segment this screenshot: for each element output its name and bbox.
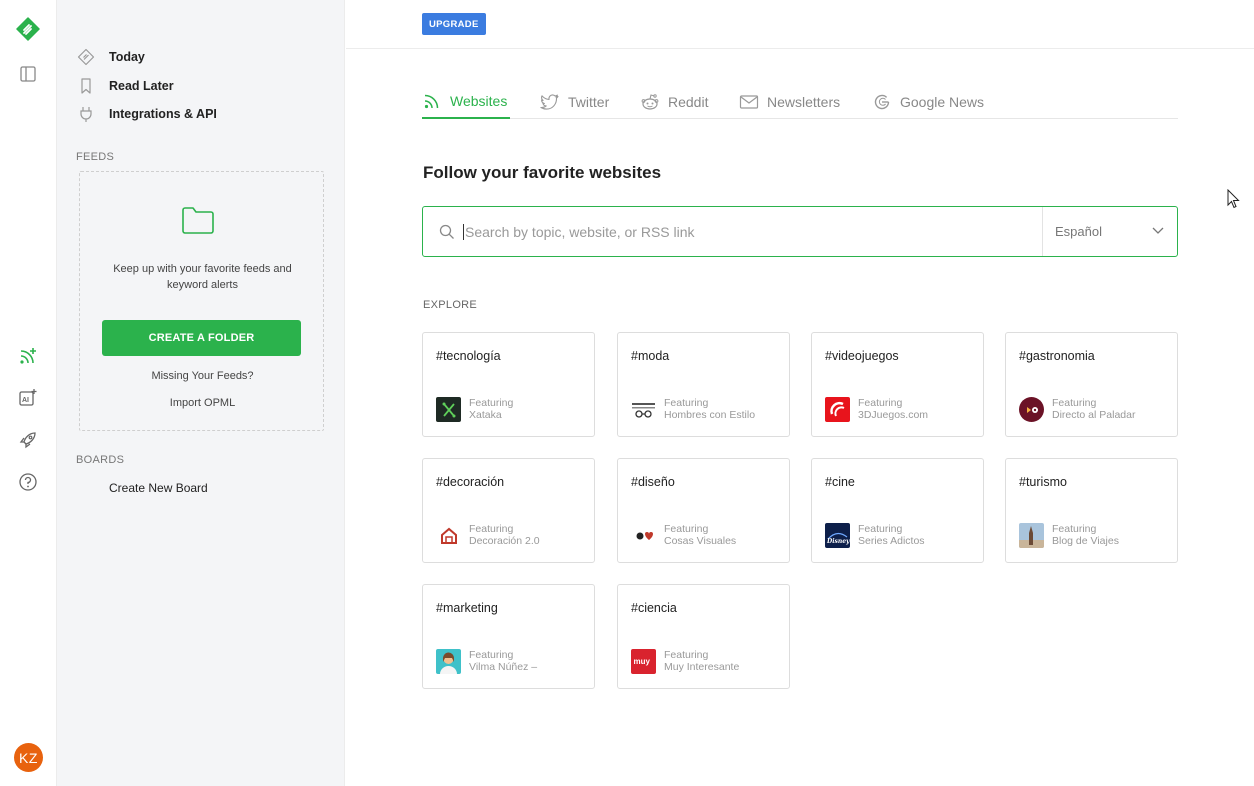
card-tag: #cine — [825, 475, 855, 489]
card-tag: #moda — [631, 349, 670, 363]
page-heading: Follow your favorite websites — [423, 163, 662, 182]
directo-al-paladar-logo-icon — [1019, 397, 1044, 422]
sidebar-item-label: Integrations & API — [109, 107, 217, 121]
google-icon — [872, 92, 892, 112]
sidebar-item-integrations[interactable]: Integrations & API — [77, 103, 217, 125]
card-featuring: Featuring Hombres con Estilo — [664, 397, 756, 421]
card-tag: #ciencia — [631, 601, 677, 615]
decoracion-logo-icon — [436, 523, 461, 548]
card-featuring: Featuring Xataka — [469, 397, 514, 421]
sidebar-item-read-later[interactable]: Read Later — [77, 75, 174, 97]
explore-card-ciencia[interactable]: #ciencia muy Featuring Muy Interesante — [617, 584, 790, 689]
missing-feeds-link[interactable]: Missing Your Feeds? — [80, 370, 325, 382]
chevron-down-icon — [1151, 223, 1165, 240]
tab-label: Twitter — [568, 93, 610, 110]
explore-card-cine[interactable]: #cine Disney+ FeaturingSeries Adictos — [811, 458, 984, 563]
explore-card-videojuegos[interactable]: #videojuegos Featuring 3DJuegos.com — [811, 332, 984, 437]
3djuegos-logo-icon — [825, 397, 850, 422]
card-featuring: Featuring Series Adictos — [858, 523, 925, 547]
tab-twitter[interactable]: Twitter — [540, 84, 609, 119]
language-select[interactable]: Español — [1042, 207, 1177, 256]
sidebar: Today Read Later Integrations & API FEED… — [57, 0, 345, 786]
xataka-logo-icon — [436, 397, 461, 422]
explore-section-label: EXPLORE — [423, 299, 478, 311]
tab-label: Websites — [450, 92, 508, 109]
tab-google-news[interactable]: Google News — [872, 84, 984, 119]
upgrade-button[interactable]: UPGRADE — [422, 13, 486, 35]
card-tag: #gastronomia — [1019, 349, 1095, 363]
create-folder-button[interactable]: CREATE A FOLDER — [102, 320, 301, 356]
help-icon[interactable] — [16, 470, 40, 494]
card-featuring: Featuring Decoración 2.0 — [469, 523, 540, 547]
top-bar: UPGRADE — [346, 0, 1254, 49]
tab-reddit[interactable]: Reddit — [640, 84, 708, 119]
rss-icon — [422, 91, 442, 111]
card-tag: #tecnología — [436, 349, 501, 363]
tab-label: Google News — [900, 93, 985, 110]
sidebar-item-today[interactable]: Today — [77, 46, 145, 68]
tab-label: Newsletters — [767, 93, 841, 110]
tab-label: Reddit — [668, 93, 709, 110]
svg-text:AI: AI — [22, 397, 29, 404]
icon-rail: AI KZ — [0, 0, 57, 786]
empty-feeds-box: Keep up with your favorite feeds and key… — [79, 171, 324, 431]
card-featuring: Featuring Cosas Visuales — [664, 523, 737, 547]
search-icon — [423, 207, 463, 256]
bookmark-icon — [77, 77, 95, 95]
hombres-con-estilo-logo-icon — [631, 397, 656, 422]
explore-card-moda[interactable]: #moda Featuring Hombres con Estilo — [617, 332, 790, 437]
card-tag: #videojuegos — [825, 349, 899, 363]
feeds-section-label: FEEDS — [76, 151, 115, 163]
blog-de-viajes-logo-icon — [1019, 523, 1044, 548]
card-featuring: Featuring Blog de Viajes — [1052, 523, 1119, 547]
card-tag: #turismo — [1019, 475, 1067, 489]
cosas-visuales-logo-icon — [631, 523, 656, 548]
feedly-logo-icon[interactable] — [16, 17, 40, 41]
vilma-nunez-avatar-icon — [436, 649, 461, 674]
series-adictos-logo-icon: Disney+ — [825, 523, 850, 548]
add-feed-icon[interactable] — [16, 344, 40, 368]
explore-card-decoracion[interactable]: #decoración Featuring Decoración 2.0 — [422, 458, 595, 563]
explore-card-marketing[interactable]: #marketing Featuring Vilma Núñez – — [422, 584, 595, 689]
user-avatar[interactable]: KZ — [14, 743, 43, 772]
plug-icon — [77, 105, 95, 123]
card-featuring: Featuring 3DJuegos.com — [858, 397, 929, 421]
explore-card-tecnologia[interactable]: #tecnología Featuring Xataka — [422, 332, 595, 437]
card-tag: #diseño — [631, 475, 675, 489]
import-opml-link[interactable]: Import OPML — [80, 397, 325, 409]
twitter-icon — [540, 92, 560, 112]
card-featuring: Featuring Muy Interesante — [664, 649, 740, 673]
reddit-icon — [640, 92, 660, 112]
today-icon — [77, 48, 95, 66]
search-input[interactable] — [463, 223, 1042, 240]
card-tag: #marketing — [436, 601, 498, 615]
mouse-cursor-icon — [1227, 188, 1240, 214]
explore-card-turismo[interactable]: #turismo Featuring Blog de Viajes — [1005, 458, 1178, 563]
card-featuring: Featuring Vilma Núñez – — [469, 649, 538, 673]
search-bar: Español — [422, 206, 1178, 257]
sidebar-item-label: Read Later — [109, 79, 174, 93]
feeds-description: Keep up with your favorite feeds and key… — [113, 263, 292, 291]
tab-websites[interactable]: Websites — [422, 84, 510, 119]
rocket-icon[interactable] — [16, 428, 40, 452]
svg-text:Disney+: Disney+ — [826, 538, 850, 545]
mail-icon — [739, 92, 759, 112]
create-new-board-link[interactable]: Create New Board — [109, 481, 208, 495]
tab-newsletters[interactable]: Newsletters — [739, 84, 840, 119]
language-value: Español — [1055, 224, 1102, 239]
muy-interesante-logo-icon: muy — [631, 649, 656, 674]
source-tabs: Websites Twitter Reddit Newsletters Goog… — [422, 84, 1178, 119]
card-tag: #decoración — [436, 475, 505, 489]
folder-icon — [181, 205, 215, 240]
card-featuring: Featuring Directo al Paladar — [1052, 397, 1136, 421]
explore-card-diseno[interactable]: #diseño Featuring Cosas Visuales — [617, 458, 790, 563]
sidebar-item-label: Today — [109, 50, 145, 64]
boards-section-label: BOARDS — [76, 454, 125, 466]
explore-card-gastronomia[interactable]: #gastronomia Featuring Directo al Paladar — [1005, 332, 1178, 437]
toggle-sidebar-icon[interactable] — [16, 62, 40, 86]
svg-text:muy: muy — [634, 657, 651, 666]
ai-add-icon[interactable]: AI — [16, 386, 40, 410]
